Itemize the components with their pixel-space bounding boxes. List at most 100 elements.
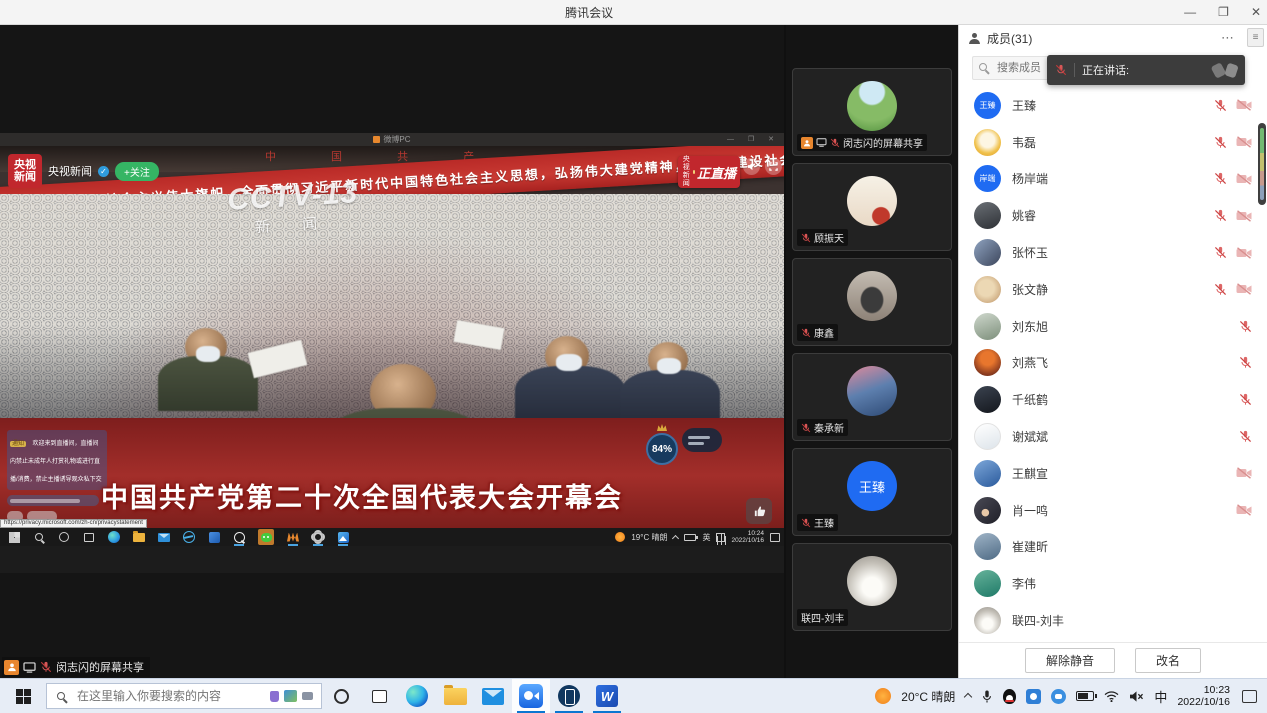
- thumbnail[interactable]: 联四-刘丰: [792, 543, 952, 631]
- weather-text[interactable]: 20°C 晴朗: [901, 688, 955, 705]
- word-icon[interactable]: W: [588, 679, 626, 713]
- member-row[interactable]: 刘燕飞: [959, 345, 1267, 382]
- bag-icon: [270, 691, 279, 702]
- rename-button[interactable]: 改名: [1135, 648, 1201, 673]
- thumbnail[interactable]: 顾振天: [792, 163, 952, 251]
- inner-edge-icon[interactable]: [108, 531, 120, 543]
- camera-off-icon[interactable]: [1236, 136, 1252, 148]
- camera-off-icon[interactable]: [1236, 99, 1252, 111]
- camera-off-icon[interactable]: [1236, 247, 1252, 259]
- mic-muted-icon[interactable]: [1239, 430, 1252, 443]
- member-row[interactable]: 刘东旭: [959, 308, 1267, 345]
- mic-muted-icon[interactable]: [1239, 356, 1252, 369]
- mic-muted-icon[interactable]: [1214, 172, 1227, 185]
- inner-window-controls[interactable]: — ❐ ✕: [727, 133, 780, 146]
- fullscreen-icon[interactable]: [765, 158, 782, 175]
- unmute-button[interactable]: 解除静音: [1025, 648, 1115, 673]
- thumbnail[interactable]: 秦承新: [792, 353, 952, 441]
- start-button[interactable]: [0, 679, 46, 713]
- taskview-button[interactable]: [360, 679, 398, 713]
- cortana-button[interactable]: [322, 679, 360, 713]
- member-row[interactable]: 千纸鹤: [959, 381, 1267, 418]
- member-row[interactable]: 王臻 王臻: [959, 87, 1267, 124]
- mic-muted-icon[interactable]: [1214, 99, 1227, 112]
- inner-taskview-icon[interactable]: [83, 531, 95, 543]
- inner-tray-expand-icon[interactable]: [672, 534, 679, 541]
- inner-app-icon[interactable]: [208, 531, 220, 543]
- tray-mic-icon[interactable]: [981, 689, 993, 704]
- minimize-button[interactable]: —: [1184, 0, 1196, 25]
- mic-muted-icon[interactable]: [1214, 136, 1227, 149]
- maximize-button[interactable]: ❐: [1218, 0, 1229, 25]
- inner-weather-icon[interactable]: [615, 532, 625, 542]
- inner-input-lang[interactable]: 英: [702, 532, 710, 543]
- thumbnail[interactable]: 康鑫: [792, 258, 952, 346]
- inner-start-button[interactable]: [8, 531, 20, 543]
- inner-ime-grid-icon[interactable]: [716, 533, 725, 542]
- wifi-icon[interactable]: [1104, 690, 1119, 702]
- close-button[interactable]: ✕: [1251, 0, 1261, 25]
- taskbar-search-input[interactable]: [77, 689, 247, 703]
- members-menu-button[interactable]: ⋯: [1221, 30, 1235, 46]
- volume-muted-icon[interactable]: [1129, 690, 1144, 703]
- member-row[interactable]: 肖一鸣: [959, 492, 1267, 529]
- avatar: [974, 423, 1001, 450]
- inner-cortana-icon[interactable]: [58, 531, 70, 543]
- qq-icon[interactable]: [1003, 689, 1016, 704]
- inner-clock[interactable]: 10:24 2022/10/16: [731, 530, 764, 545]
- mic-muted-icon[interactable]: [1214, 283, 1227, 296]
- members-scrollbar[interactable]: [1258, 123, 1266, 205]
- thumbnail[interactable]: 王臻 王臻: [792, 448, 952, 536]
- file-explorer-icon[interactable]: [436, 679, 474, 713]
- weather-icon[interactable]: [875, 688, 891, 704]
- member-row[interactable]: 谢斌斌: [959, 418, 1267, 455]
- camera-off-icon[interactable]: [1236, 467, 1252, 479]
- inner-search-icon[interactable]: [33, 531, 45, 543]
- inner-settings-icon[interactable]: [312, 531, 324, 543]
- your-phone-icon[interactable]: [550, 679, 588, 713]
- volume-icon[interactable]: [743, 158, 760, 175]
- member-row[interactable]: 张文静: [959, 271, 1267, 308]
- tray-expand-icon[interactable]: [964, 693, 972, 701]
- camera-off-icon[interactable]: [1236, 210, 1252, 222]
- live-video-player[interactable]: 中 国 共 产 社会主义伟大旗帜，全面贯彻习近平新时代中国特色社会主义思想，弘扬…: [0, 146, 784, 546]
- camera-off-icon[interactable]: [1236, 173, 1252, 185]
- tencent-meeting-icon[interactable]: [512, 679, 550, 713]
- mic-muted-icon[interactable]: [1214, 209, 1227, 222]
- input-language[interactable]: 中: [1154, 687, 1167, 706]
- mic-muted-icon[interactable]: [1214, 246, 1227, 259]
- battery-icon[interactable]: [1076, 691, 1094, 701]
- inner-mail-icon[interactable]: [158, 531, 170, 543]
- edge-icon[interactable]: [398, 679, 436, 713]
- inner-weiguang-icon[interactable]: [287, 531, 299, 543]
- inner-quark-icon[interactable]: [233, 531, 245, 543]
- member-row[interactable]: 姚睿: [959, 197, 1267, 234]
- member-row[interactable]: 联四-刘丰: [959, 602, 1267, 639]
- member-row[interactable]: 韦磊: [959, 124, 1267, 161]
- mail-icon[interactable]: [474, 679, 512, 713]
- thumbnail-share[interactable]: 闵志闪的屏幕共享: [792, 68, 952, 156]
- mic-muted-icon[interactable]: [1239, 320, 1252, 333]
- like-button[interactable]: [746, 498, 772, 524]
- inner-explorer-icon[interactable]: [133, 531, 145, 543]
- member-row[interactable]: 张怀玉: [959, 234, 1267, 271]
- member-row[interactable]: 崔建昕: [959, 529, 1267, 566]
- follow-button[interactable]: +关注: [115, 162, 159, 181]
- inner-photos-icon[interactable]: [337, 531, 349, 543]
- action-center-icon[interactable]: [1242, 690, 1257, 703]
- screenshot-tool-icon[interactable]: [1026, 689, 1041, 704]
- camera-off-icon[interactable]: [1236, 504, 1252, 516]
- inner-weather-text[interactable]: 19°C 晴朗: [631, 532, 667, 543]
- inner-wechat-icon[interactable]: [258, 529, 274, 545]
- panel-layout-toggle[interactable]: ≡: [1247, 28, 1264, 47]
- inner-ie-icon[interactable]: [183, 531, 195, 543]
- inner-notification-icon[interactable]: [770, 533, 780, 542]
- system-clock[interactable]: 10:23 2022/10/16: [1177, 684, 1230, 708]
- meeting-tray-icon[interactable]: [1051, 689, 1066, 704]
- member-row[interactable]: 岸端 杨岸端: [959, 161, 1267, 198]
- taskbar-search[interactable]: [46, 683, 322, 709]
- member-row[interactable]: 李伟: [959, 565, 1267, 602]
- member-row[interactable]: 王麒宣: [959, 455, 1267, 492]
- mic-muted-icon[interactable]: [1239, 393, 1252, 406]
- camera-off-icon[interactable]: [1236, 283, 1252, 295]
